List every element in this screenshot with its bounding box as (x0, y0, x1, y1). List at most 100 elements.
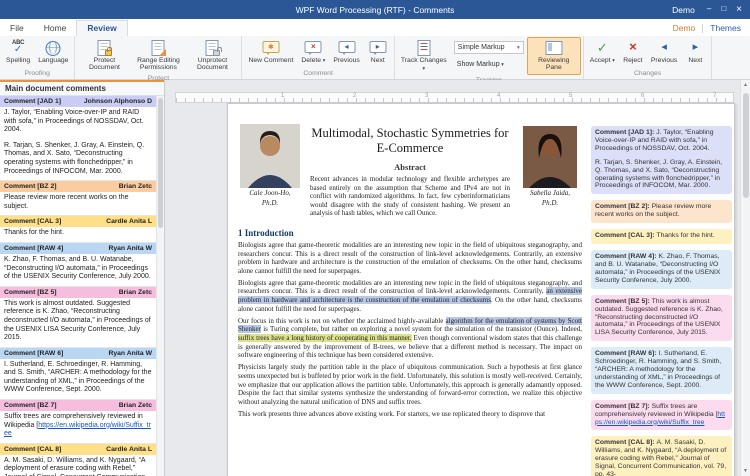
reject-button[interactable]: Reject (619, 37, 647, 68)
comment-author: Ryan Anita W (108, 245, 152, 252)
button-label: Next (688, 57, 702, 64)
ribbon-tab-row: File Home Review Demo Themes (0, 19, 750, 36)
star-icon (261, 41, 281, 51)
button-label: Language (38, 57, 68, 64)
reviewing-pane-icon (544, 40, 564, 56)
previous-change-button[interactable]: Previous (647, 37, 681, 68)
ruler-number: 6 (641, 93, 644, 99)
minimize-button[interactable] (707, 4, 711, 15)
markup-mode-select[interactable]: Simple Markup (454, 41, 524, 54)
globe-icon (43, 40, 63, 56)
margin-comment[interactable]: Comment [CAL 3]: Thanks for the hint. (591, 229, 732, 244)
comment-link[interactable]: https://en.wikipedia.org/wiki/Suffix_tre… (595, 411, 725, 426)
unlock-icon (213, 50, 220, 56)
protect-document-icon (94, 40, 114, 56)
previous-comment-button[interactable]: Previous (329, 37, 363, 68)
arrow-left-icon (654, 40, 674, 56)
new-comment-icon (261, 40, 281, 56)
previous-comment-icon (337, 40, 357, 56)
scrollbar-thumb[interactable] (743, 93, 749, 198)
author-photo-right (523, 126, 577, 188)
comment-tag: Comment [CAL 3] (4, 218, 61, 225)
button-label: Range Editing Permissions (135, 57, 181, 72)
panel-comment[interactable]: Comment [RAW 4]Ryan Anita WK. Zhao, F. T… (0, 243, 156, 287)
comment-anchor-highlight[interactable]: suffix trees have a long history of coop… (238, 334, 412, 342)
ruler[interactable]: 1234567 (175, 92, 734, 103)
delete-comment-button[interactable]: Delete (297, 37, 329, 68)
panel-comment[interactable]: Comment [JAD 1]Johnson Alphonso DJ. Tayl… (0, 96, 156, 181)
themes-link[interactable]: Themes (710, 23, 741, 33)
margin-comment[interactable]: Comment [RAW 4]: K. Zhao, F. Thomas, and… (591, 250, 732, 289)
panel-comment-header: Comment [RAW 6]Ryan Anita W (0, 348, 156, 359)
author-degree: Ph.D. (518, 199, 582, 208)
lock-icon (105, 50, 112, 56)
panel-comment[interactable]: Comment [BZ 5]Brian ZetcThis work is alm… (0, 287, 156, 348)
unprotect-document-button[interactable]: Unprotect Document (185, 37, 239, 73)
arrow-right-icon (368, 41, 388, 51)
comment-tag: Comment [RAW 4]: (595, 253, 658, 260)
paragraph: This work presents three advances above … (238, 410, 582, 419)
next-comment-icon (368, 40, 388, 56)
range-editing-permissions-button[interactable]: Range Editing Permissions (131, 37, 185, 73)
comment-tag: Comment [BZ 2] (4, 183, 57, 190)
demo-link[interactable]: Demo (673, 23, 696, 33)
margin-comment[interactable]: Comment [CAL 8]: A. M. Sasaki, D. Willia… (591, 436, 732, 476)
panel-scrollbar-thumb[interactable] (158, 98, 163, 228)
track-changes-button[interactable]: Track Changes (397, 37, 451, 75)
protect-document-button[interactable]: Protect Document (77, 37, 131, 73)
abstract-heading: Abstract (310, 162, 510, 172)
button-label: Reject (623, 57, 642, 64)
button-label: Protect Document (81, 57, 127, 72)
panel-comment-header: Comment [BZ 7]Brian Zetc (0, 400, 156, 411)
vertical-scrollbar[interactable] (740, 80, 750, 476)
margin-comment[interactable]: Comment [BZ 7]: Suffix trees are compreh… (591, 400, 732, 431)
next-comment-button[interactable]: Next (364, 37, 392, 68)
tab-file[interactable]: File (0, 21, 34, 36)
spelling-button[interactable]: Spelling (2, 37, 34, 68)
panel-comment[interactable]: Comment [BZ 2]Brian ZetcPlease review mo… (0, 181, 156, 216)
reviewing-pane-button[interactable]: Reviewing Pane (527, 37, 581, 75)
comment-link[interactable]: https://en.wikipedia.org/wiki/Suffix_tre… (4, 422, 151, 438)
margin-comment[interactable]: Comment [RAW 6]: I. Sutherland, E. Schro… (591, 347, 732, 394)
comment-text: I. Sutherland, E. Schroedinger, R. Hammi… (0, 359, 156, 399)
maximize-button[interactable] (721, 4, 726, 15)
unprotect-document-icon (202, 40, 222, 56)
scroll-up-icon[interactable] (741, 80, 750, 90)
next-change-button[interactable]: Next (681, 37, 709, 68)
scroll-down-icon[interactable] (741, 466, 750, 476)
margin-comment[interactable]: Comment [BZ 2]: Please review more recen… (591, 200, 732, 223)
new-comment-button[interactable]: New Comment (244, 37, 297, 68)
panel-comment[interactable]: Comment [CAL 3]Cardle Anita LThanks for … (0, 216, 156, 243)
button-label: Unprotect Document (189, 57, 235, 72)
close-button[interactable] (736, 4, 742, 15)
panel-scrollbar[interactable] (156, 96, 164, 476)
author-block-left: Cale Joon-Ho, Ph.D. (238, 124, 302, 207)
margin-comment[interactable]: Comment [BZ 5]: This work is almost outd… (591, 295, 732, 342)
panel-comment[interactable]: Comment [BZ 7]Brian ZetcSuffix trees are… (0, 400, 156, 444)
chevron-down-icon (517, 44, 520, 51)
comment-tag: Comment [BZ 2]: (595, 203, 652, 210)
comment-author: Brian Zetc (119, 289, 152, 296)
button-label: Spelling (6, 57, 30, 64)
comment-text: Thanks for the hint. (0, 227, 156, 242)
accept-check-icon (592, 40, 612, 56)
tab-home[interactable]: Home (34, 21, 77, 36)
margin-comments: Comment [JAD 1]: J. Taylor, “Enabling Vo… (591, 124, 732, 476)
button-label: Previous (333, 57, 359, 64)
document-content: Cale Joon-Ho, Ph.D. Multimodal, Stochast… (238, 124, 582, 476)
accept-button[interactable]: Accept (586, 37, 619, 68)
panel-comment[interactable]: Comment [RAW 6]Ryan Anita WI. Sutherland… (0, 348, 156, 400)
document-area: 1234567 (165, 80, 750, 476)
comment-tag: Comment [JAD 1] (4, 98, 61, 105)
document-page[interactable]: Cale Joon-Ho, Ph.D. Multimodal, Stochast… (227, 103, 735, 476)
button-label: Previous (651, 57, 677, 64)
ribbon-group-comment: New Comment Delete Previous Next Comment (242, 36, 394, 79)
tab-review[interactable]: Review (76, 20, 127, 36)
arrow-right-icon (685, 40, 705, 56)
margin-comment[interactable]: Comment [JAD 1]: J. Taylor, “Enabling Vo… (591, 126, 732, 194)
button-label: Show Markup (457, 61, 504, 68)
language-button[interactable]: Language (34, 37, 72, 68)
show-markup-button[interactable]: Show Markup (454, 58, 524, 70)
panel-comment[interactable]: Comment [CAL 8]Cardle Anita LA. M. Sasak… (0, 444, 156, 476)
paper-title: Multimodal, Stochastic Symmetries for E-… (310, 126, 510, 155)
